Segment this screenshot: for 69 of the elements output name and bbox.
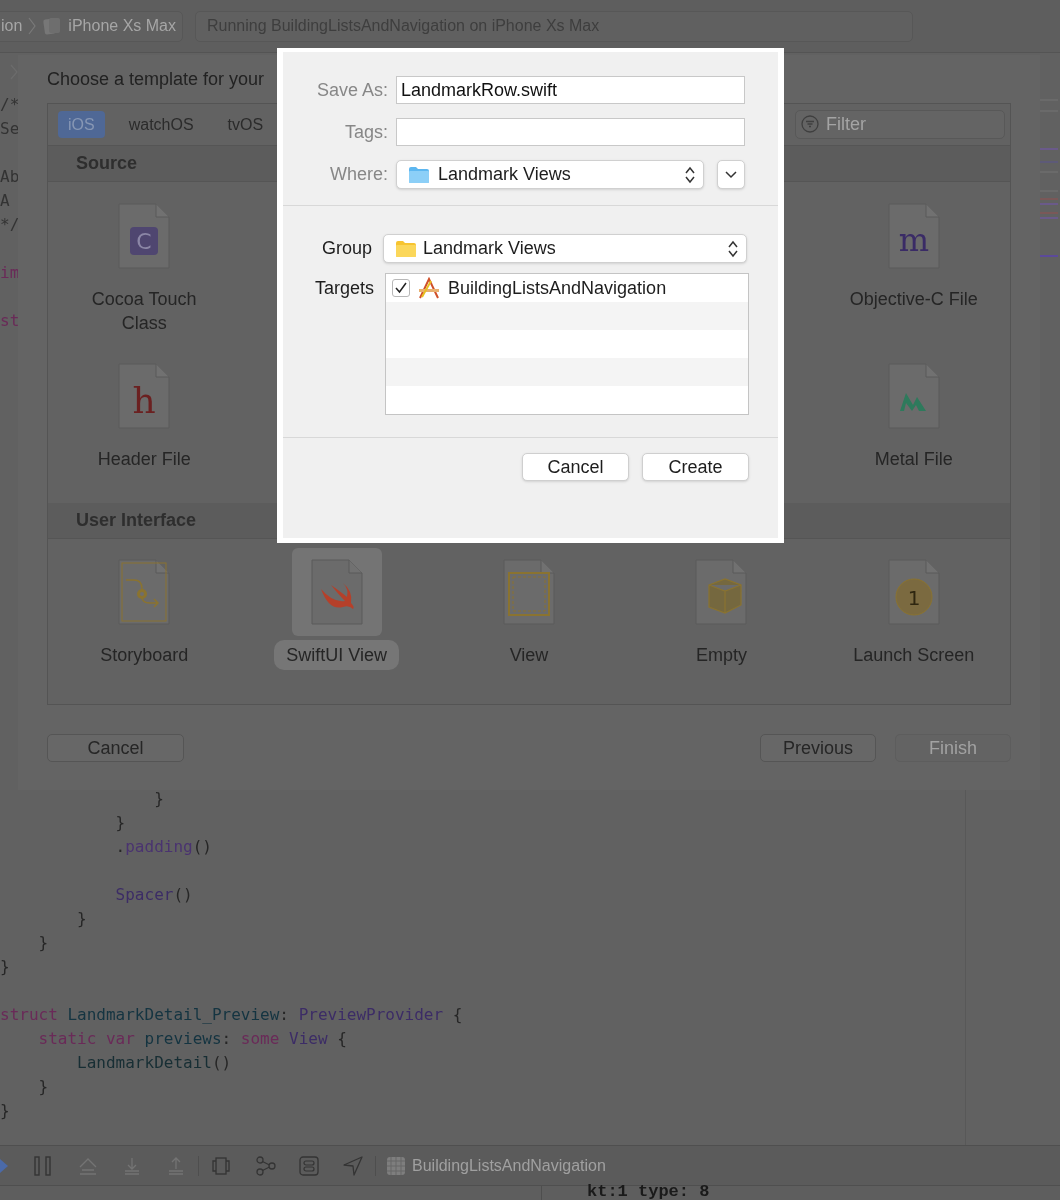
breadcrumb-item[interactable]: ion	[1, 14, 23, 38]
file-template-icon: 1	[887, 559, 940, 625]
text-field[interactable]: LandmarkRow.swift	[396, 76, 745, 104]
app-icon	[386, 1155, 406, 1176]
code-line: }	[37, 1076, 49, 1098]
platform-tab[interactable]: iOS	[58, 111, 105, 138]
up-down-icon	[727, 238, 739, 259]
location-popup[interactable]: Landmark Views	[396, 160, 704, 189]
view-debugger-icon[interactable]	[211, 1156, 231, 1175]
checkbox[interactable]	[392, 279, 410, 297]
file-template-icon	[695, 559, 748, 625]
file-template-icon: m	[887, 203, 940, 269]
template-item[interactable]: Empty	[676, 540, 767, 670]
code-line: */	[0, 214, 20, 236]
checkmark-icon	[395, 282, 407, 294]
device-icon	[42, 17, 63, 35]
field-label: Save As:	[315, 78, 388, 102]
sheet-title: Choose a template for your	[47, 68, 265, 91]
expand-button[interactable]	[717, 160, 745, 189]
code-line: }	[76, 908, 87, 930]
template-item[interactable]: h Header File	[95, 343, 193, 474]
graph-icon[interactable]	[255, 1155, 277, 1176]
code-line: /*	[0, 94, 20, 116]
toggles-icon[interactable]	[299, 1155, 319, 1176]
code-line: }	[0, 1100, 10, 1122]
breadcrumb-item[interactable]: iPhone Xs Max	[68, 14, 176, 38]
file-template-icon	[310, 559, 363, 625]
chevron-down-icon	[725, 170, 737, 179]
file-template-icon	[118, 559, 171, 625]
group-popup[interactable]: Landmark Views	[383, 234, 747, 263]
dialog-button[interactable]: Cancel	[522, 453, 629, 481]
template-item[interactable]: C Cocoa Touch Class	[69, 184, 220, 338]
code-line: }	[153, 788, 164, 810]
dialog-button[interactable]: Create	[642, 453, 749, 481]
template-item[interactable]: 1 Launch Screen	[851, 540, 977, 670]
up-down-icon	[684, 164, 696, 185]
sheet-button[interactable]: Previous	[760, 734, 876, 762]
platform-tab[interactable]: watchOS	[118, 111, 204, 138]
target-name: BuildingListsAndNavigation	[448, 276, 667, 300]
continue-icon[interactable]	[0, 1156, 8, 1175]
template-item[interactable]: SwiftUI View	[274, 540, 399, 670]
pause-icon[interactable]	[34, 1155, 52, 1176]
target-name: BuildingListsAndNavigation	[412, 1155, 606, 1176]
template-item[interactable]: View	[484, 540, 574, 670]
file-template-icon	[503, 559, 555, 625]
template-item[interactable]: Storyboard	[98, 540, 191, 670]
code-line: }	[37, 932, 49, 954]
folder-icon	[395, 239, 417, 258]
app-icon	[416, 277, 442, 299]
text-field[interactable]	[396, 118, 745, 146]
filter-field[interactable]: Filter	[795, 110, 1005, 139]
filter-icon	[801, 115, 819, 133]
chevron-icon	[28, 17, 37, 35]
location-arrow-icon[interactable]	[343, 1155, 363, 1176]
template-item[interactable]: Metal File	[868, 343, 959, 474]
platform-tab[interactable]: tvOS	[217, 111, 274, 138]
template-item[interactable]: m Objective-C File	[847, 184, 980, 314]
field-label: Tags:	[343, 120, 388, 144]
field-label: Targets	[313, 277, 374, 300]
file-template-icon	[887, 362, 940, 429]
code-line: LandmarkDetail()	[76, 1052, 232, 1074]
code-line: }	[114, 812, 126, 834]
file-template-icon: h	[118, 362, 171, 429]
code-line: }	[0, 956, 10, 978]
sheet-button[interactable]: Cancel	[47, 734, 184, 762]
folder-icon	[408, 165, 430, 184]
field-label: Group	[320, 237, 372, 260]
console-text: kt:1 type: 8	[587, 1183, 710, 1200]
file-template-icon: C	[118, 203, 171, 269]
